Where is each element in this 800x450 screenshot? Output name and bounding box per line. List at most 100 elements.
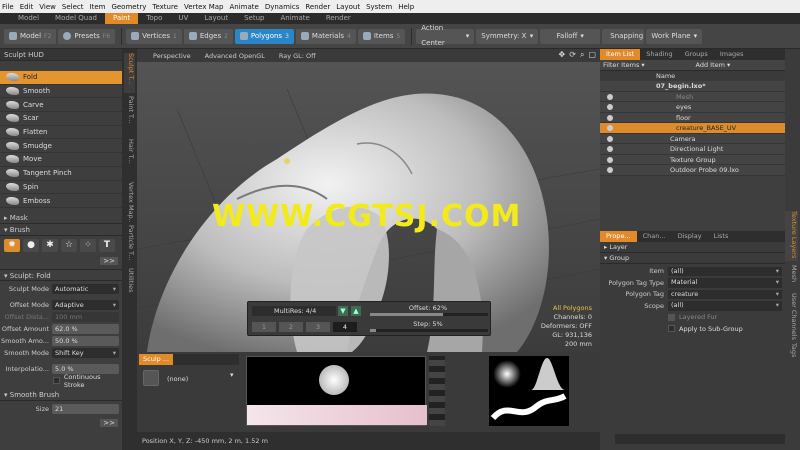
mask-section[interactable]: ▸ Mask [0, 212, 122, 224]
menu-item-edit[interactable]: Edit [20, 3, 34, 11]
size-field[interactable]: 21 [52, 403, 119, 414]
group-prop-dropdown[interactable]: creature [668, 289, 782, 299]
group-prop-dropdown[interactable]: (all) [668, 266, 782, 276]
polygons-button[interactable]: Polygons 3 [234, 28, 294, 44]
ray-gl-dropdown[interactable]: Ray GL: Off [279, 52, 316, 60]
item-list-tab-0[interactable]: Item List [600, 49, 641, 60]
tab-setup[interactable]: Setup [236, 13, 272, 24]
tab-topo[interactable]: Topo [138, 13, 170, 24]
apply-sub-group-checkbox[interactable] [668, 325, 675, 333]
brush-swatch[interactable] [143, 370, 159, 386]
group-section[interactable]: ▾ Group [600, 253, 785, 264]
smooth-brush-section[interactable]: ▾ Smooth Brush [0, 389, 122, 401]
visibility-eye-icon[interactable] [607, 114, 613, 121]
view-mode-dropdown[interactable]: Perspective [153, 52, 191, 60]
chevron-down-icon[interactable]: ▾ [230, 371, 234, 379]
right-vtab-2[interactable]: User Channels [785, 293, 798, 341]
action-center-dropdown[interactable]: Action Center ▾ [416, 24, 475, 47]
visibility-eye-icon[interactable] [607, 104, 613, 110]
tool-move[interactable]: Move [0, 153, 122, 167]
multires-level-2[interactable]: 2 [279, 322, 303, 332]
level-up-icon[interactable]: ▲ [351, 306, 361, 316]
right-vtab-3[interactable]: Tags [785, 343, 798, 365]
visibility-eye-icon[interactable] [607, 156, 613, 163]
item-row[interactable]: Camera [600, 133, 785, 144]
level-down-icon[interactable]: ▼ [338, 306, 348, 316]
tab-animate[interactable]: Animate [272, 13, 317, 24]
sculpt-tab[interactable]: Sculp ... [139, 354, 174, 365]
presets-button[interactable]: Presets F6 [58, 28, 116, 44]
group-prop-dropdown[interactable]: Material [668, 278, 782, 288]
snapping-button[interactable]: Snapping [602, 28, 645, 44]
menu-item-select[interactable]: Select [62, 3, 84, 11]
tab-render[interactable]: Render [318, 13, 359, 24]
3d-viewport[interactable]: Perspective Advanced OpenGL Ray GL: Off … [137, 49, 600, 352]
edges-button[interactable]: Edges 2 [183, 28, 233, 44]
visibility-eye-icon[interactable] [607, 93, 613, 100]
item-row[interactable]: creature_BASE_UV [600, 123, 785, 134]
visibility-eye-icon[interactable] [607, 125, 613, 131]
prop-field[interactable]: Adaptive [52, 299, 119, 310]
materials-button[interactable]: Materials 4 [295, 28, 356, 44]
menu-item-animate[interactable]: Animate [229, 3, 258, 11]
multires-field[interactable]: MultiRes: 4/4 [252, 306, 336, 316]
vtab-5[interactable]: Utilities [124, 268, 135, 308]
menu-item-layout[interactable]: Layout [336, 3, 360, 11]
tool-spin[interactable]: Spin [0, 181, 122, 195]
brush-star-icon[interactable]: ☆ [61, 238, 77, 252]
search-field[interactable] [615, 434, 785, 444]
item-list-tab-3[interactable]: Images [714, 49, 750, 60]
tool-tangent-pinch[interactable]: Tangent Pinch [0, 167, 122, 181]
tool-smudge[interactable]: Smudge [0, 139, 122, 154]
layer-section[interactable]: ▸ Layer [600, 242, 785, 253]
menu-item-system[interactable]: System [366, 3, 392, 11]
prop-field[interactable]: 62.0 % [52, 323, 119, 334]
item-row[interactable]: floor [600, 112, 785, 123]
vtab-1[interactable]: Paint T... [124, 96, 135, 136]
vtab-4[interactable]: Particle T... [124, 225, 135, 265]
properties-tab-2[interactable]: Display [672, 231, 708, 242]
menu-item-texture[interactable]: Texture [152, 3, 178, 11]
menu-item-file[interactable]: File [2, 3, 14, 11]
continuous-stroke-checkbox[interactable] [52, 377, 60, 385]
prop-field[interactable]: Automatic [52, 283, 119, 294]
name-column-header[interactable]: Name [600, 71, 785, 81]
falloff-dropdown[interactable]: Falloff ▾ [540, 28, 601, 44]
menu-item-dynamics[interactable]: Dynamics [265, 3, 300, 11]
model-button[interactable]: Model F2 [4, 28, 57, 44]
menu-item-render[interactable]: Render [305, 3, 330, 11]
zoom-view-icon[interactable]: ⌕ [580, 50, 584, 60]
properties-tab-3[interactable]: Lists [708, 231, 735, 242]
right-vtab-1[interactable]: Mesh [785, 265, 798, 291]
items-button[interactable]: Items 5 [357, 28, 406, 44]
layered-fur-checkbox[interactable] [668, 313, 675, 321]
tool-emboss[interactable]: Emboss [0, 194, 122, 208]
tab-model-quad[interactable]: Model Quad [47, 13, 105, 24]
item-row[interactable]: Outdoor Probe 09.lxo [600, 165, 785, 176]
item-list-tab-1[interactable]: Shading [640, 49, 678, 60]
tab-model[interactable]: Model [10, 13, 47, 24]
move-view-icon[interactable]: ✥ [559, 50, 566, 60]
menu-item-help[interactable]: Help [398, 3, 414, 11]
item-row[interactable]: Mesh [600, 91, 785, 102]
tool-flatten[interactable]: Flatten [0, 126, 122, 140]
tab-layout[interactable]: Layout [196, 13, 236, 24]
group-prop-dropdown[interactable]: (all) [668, 301, 782, 311]
brush-dots-icon[interactable]: ⁘ [80, 238, 96, 252]
tool-smooth[interactable]: Smooth [0, 85, 122, 99]
prop-field[interactable]: 100 mm [52, 311, 119, 322]
tab-uv[interactable]: UV [170, 13, 196, 24]
filter-items-dropdown[interactable]: Filter Items ▾ [600, 60, 693, 70]
brush-splat-icon[interactable]: ✱ [42, 238, 58, 252]
properties-tab-1[interactable]: Chan... [637, 231, 672, 242]
tool-scar[interactable]: Scar [0, 112, 122, 126]
multires-level-1[interactable]: 1 [252, 322, 276, 332]
symmetry-dropdown[interactable]: Symmetry: X ▾ [476, 28, 539, 44]
tool-carve[interactable]: Carve [0, 98, 122, 113]
item-row[interactable]: eyes [600, 102, 785, 113]
item-list-tab-2[interactable]: Groups [679, 49, 714, 60]
sculpt-fold-section[interactable]: ▾ Sculpt: Fold [0, 268, 122, 281]
vtab-2[interactable]: Hair T... [124, 139, 135, 179]
vtab-3[interactable]: Vertex Map... [124, 182, 135, 222]
offset-slider[interactable] [370, 313, 488, 316]
